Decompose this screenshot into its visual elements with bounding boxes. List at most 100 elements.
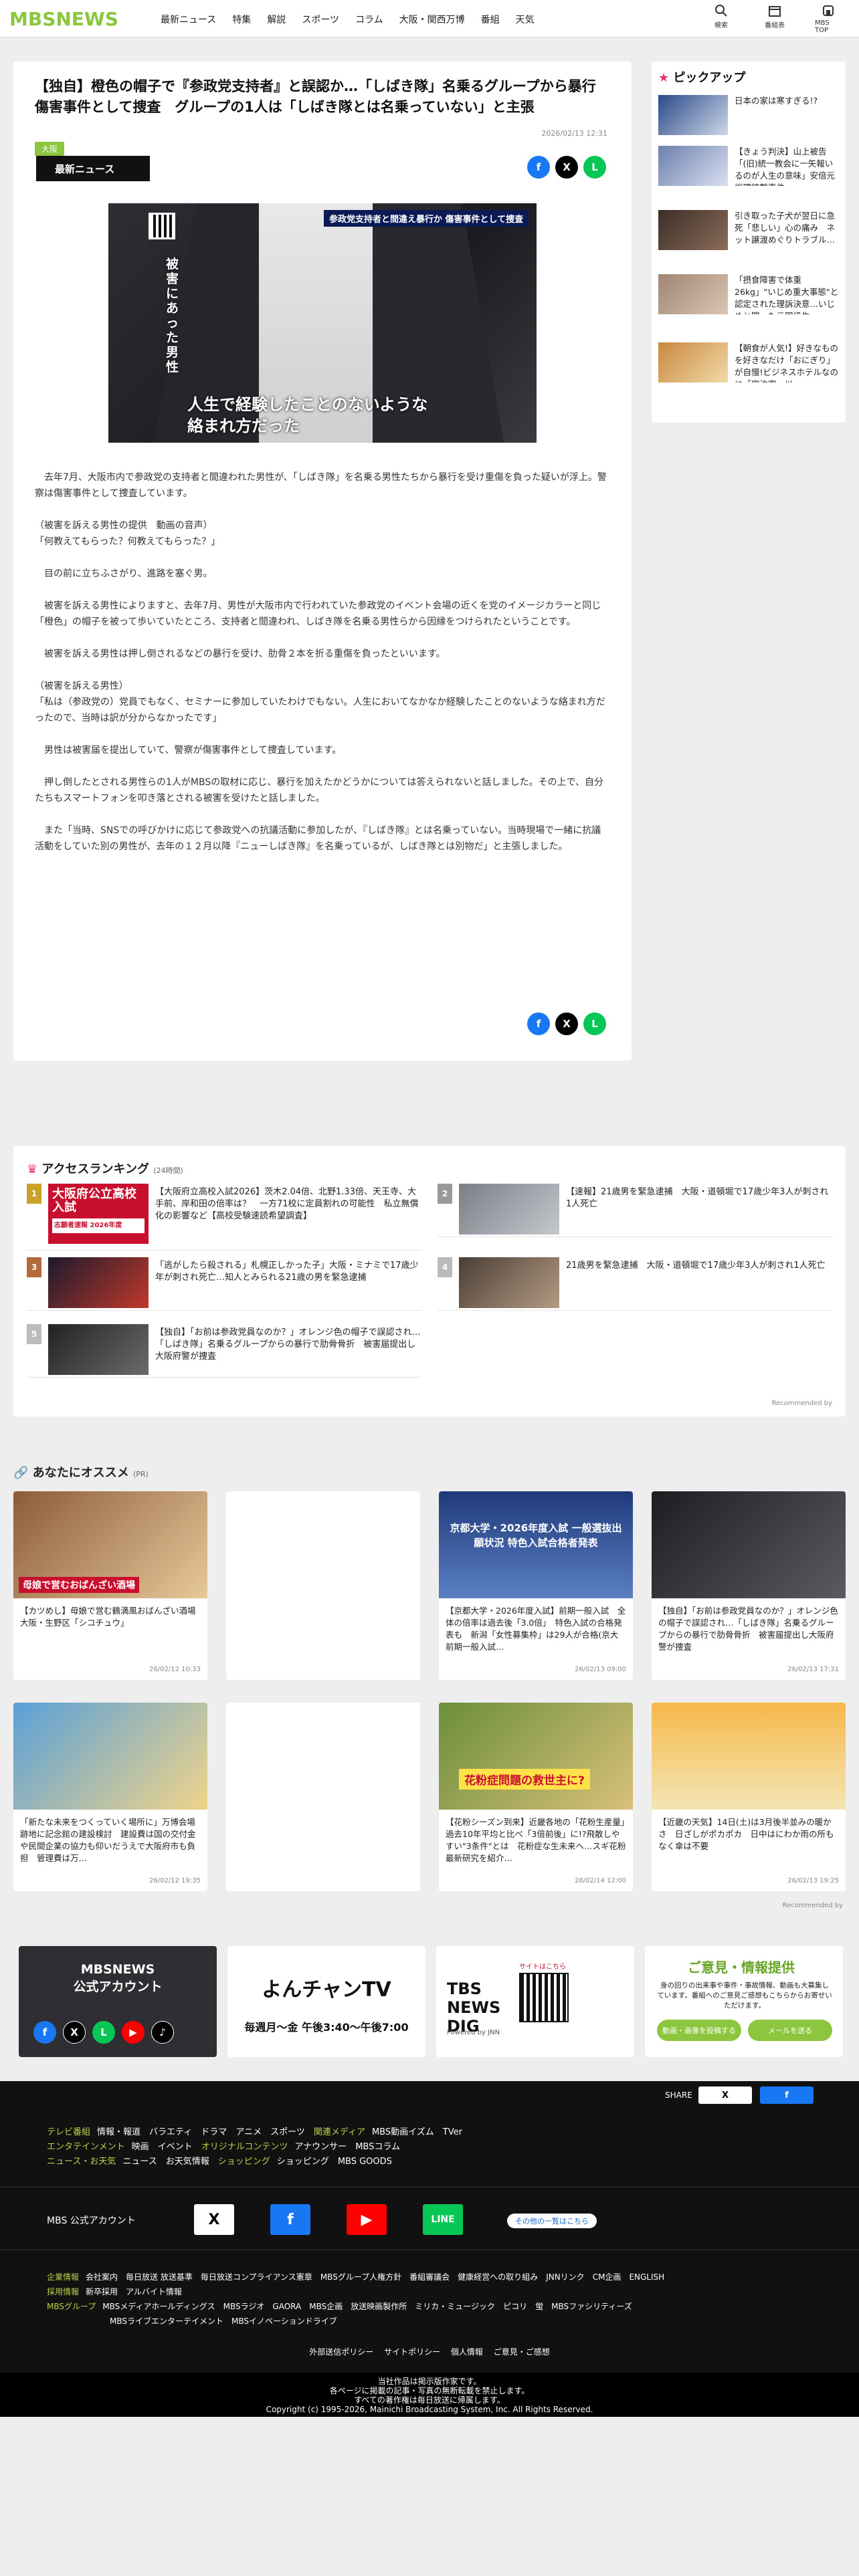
pickup-item[interactable]: 【きょう判決】山上被告「(旧)統一教会に一矢報いるのが人生の意味」安倍元総理銃撃…: [658, 146, 839, 189]
nav-expo[interactable]: 大阪・関西万博: [399, 13, 465, 26]
latest-news-label[interactable]: 最新ニュース: [36, 156, 150, 181]
footer-link[interactable]: MBSファシリティーズ: [551, 2302, 632, 2311]
recommend-card[interactable]: [226, 1491, 420, 1680]
mbs-top-button[interactable]: MBS TOP: [815, 4, 842, 34]
nav-weather[interactable]: 天気: [516, 13, 535, 26]
footer-cat[interactable]: 採用情報: [47, 2287, 79, 2296]
ranking-item[interactable]: 1 大阪府公立高校入試 志願者速報 2026年度 【大阪府立高校入試2026】茨木…: [27, 1184, 421, 1251]
facebook-icon[interactable]: f: [270, 2204, 310, 2235]
x-share-button[interactable]: X: [698, 2086, 752, 2104]
facebook-icon[interactable]: f: [527, 156, 550, 179]
footer-link[interactable]: MBSイノベーションドライブ: [231, 2317, 337, 2326]
official-account-banner[interactable]: MBSNEWS 公式アカウント f X L ▶ ♪: [19, 1946, 217, 2057]
nav-column[interactable]: コラム: [355, 13, 383, 26]
mbsnews-logo[interactable]: MBSNEWS: [9, 8, 118, 30]
footer-link[interactable]: 情報・報道: [97, 2127, 140, 2137]
footer-link[interactable]: MBS GOODS: [338, 2157, 392, 2167]
footer-link[interactable]: バラエティ: [149, 2127, 192, 2137]
ranking-item[interactable]: 5 【独自】「お前は参政党員なのか？」オレンジ色の帽子で誤認され…「しばき隊」名…: [27, 1324, 421, 1378]
footer-link[interactable]: お天気情報: [166, 2157, 209, 2167]
yonchan-tv-banner[interactable]: よんチャンTV 毎週月〜金 午後3:40〜午後7:00: [227, 1946, 425, 2057]
tbs-news-dig-banner[interactable]: TBS NEWS DIG Powered by JNN サイトはこちら: [436, 1946, 634, 2057]
pickup-item[interactable]: 引き取った子犬が翌日に急死「悲しい」心の痛み ネット譲渡めぐりトラブル…: [658, 210, 839, 253]
footer-link[interactable]: アナウンサー: [294, 2142, 347, 2152]
recommend-card[interactable]: 【近畿の天気】14日(土)は3月後半並みの暖かさ 日ざしがポカポカ 日中はにわか…: [652, 1703, 846, 1891]
footer-link[interactable]: 蛍: [535, 2302, 543, 2311]
policy-link[interactable]: 個人情報: [451, 2347, 483, 2357]
footer-link[interactable]: ミリカ・ミュージック: [415, 2302, 495, 2311]
footer-cat[interactable]: テレビ番組: [47, 2127, 90, 2137]
footer-cat[interactable]: オリジナルコンテンツ: [201, 2142, 288, 2152]
footer-link[interactable]: MBS企画: [309, 2302, 343, 2311]
ranking-item[interactable]: 3 「逃がしたら殺される」札幌正しかった子」大阪・ミナミで17歳少年が刺され死亡…: [27, 1257, 421, 1311]
x-icon[interactable]: X: [555, 1012, 578, 1035]
schedule-button[interactable]: 番組表: [761, 4, 788, 34]
footer-link[interactable]: アルバイト情報: [126, 2287, 182, 2296]
footer-link[interactable]: 健康経営への取り組み: [458, 2272, 538, 2282]
footer-link[interactable]: CM企画: [593, 2272, 622, 2282]
footer-link[interactable]: ドラマ: [201, 2127, 227, 2137]
recommend-card[interactable]: 母娘で営むおばんざい酒場 【カツめし】母娘で営む鶴満風おばんざい酒場 大阪・生野区…: [13, 1491, 207, 1680]
footer-link[interactable]: ピコリ: [503, 2302, 527, 2311]
footer-link[interactable]: ENGLISH: [629, 2272, 664, 2282]
line-icon[interactable]: LINE: [423, 2204, 463, 2235]
footer-link[interactable]: MBSコラム: [355, 2142, 400, 2152]
send-mail-button[interactable]: メールを送る: [748, 2020, 832, 2041]
footer-link[interactable]: 新卒採用: [86, 2287, 118, 2296]
opinion-banner[interactable]: ご意見・情報提供 身の回りの出来事や事件・事故情報、動画も大募集しています。番組…: [645, 1946, 843, 2057]
footer-link[interactable]: アニメ: [235, 2127, 262, 2137]
upload-video-button[interactable]: 動画・画像を投稿する: [657, 2020, 741, 2041]
region-tag[interactable]: 大阪: [35, 142, 65, 156]
footer-link[interactable]: スポーツ: [270, 2127, 305, 2137]
footer-link[interactable]: JNNリンク: [546, 2272, 585, 2282]
line-icon[interactable]: L: [583, 1012, 606, 1035]
nav-programs[interactable]: 番組: [481, 13, 500, 26]
footer-link[interactable]: TVer: [443, 2127, 462, 2137]
footer-link[interactable]: GAORA: [272, 2302, 301, 2311]
footer-link[interactable]: 会社案内: [86, 2272, 118, 2282]
policy-link[interactable]: 外部送信ポリシー: [309, 2347, 373, 2357]
footer-cat[interactable]: ショッピング: [218, 2157, 270, 2167]
recommend-card[interactable]: 「新たな未来をつくっていく場所に」万博会場跡地に記念館の建設検討 建設費は国の交…: [13, 1703, 207, 1891]
nav-explain[interactable]: 解説: [267, 13, 286, 26]
policy-link[interactable]: サイトポリシー: [384, 2347, 440, 2357]
recommend-card[interactable]: [226, 1703, 420, 1891]
youtube-icon[interactable]: ▶: [347, 2204, 387, 2235]
policy-link[interactable]: ご意見・ご感想: [494, 2347, 550, 2357]
line-icon[interactable]: L: [583, 156, 606, 179]
footer-link[interactable]: ショッピング: [277, 2157, 329, 2167]
footer-link[interactable]: MBSラジオ: [223, 2302, 265, 2311]
search-button[interactable]: 検索: [708, 4, 735, 34]
footer-link[interactable]: 毎日放送 放送基準: [126, 2272, 193, 2282]
footer-cat[interactable]: 企業情報: [47, 2272, 79, 2282]
recommend-card[interactable]: 京都大学・2026年度入試 一般選抜出願状況 特色入試合格者発表 【京都大学・20…: [439, 1491, 633, 1680]
footer-cat[interactable]: 関連メディア: [314, 2127, 365, 2137]
footer-link[interactable]: MBS動画イズム: [372, 2127, 434, 2137]
ranking-item[interactable]: 4 21歳男を緊急逮捕 大阪・道頓堀で17歳少年3人が刺され1人死亡: [438, 1257, 832, 1311]
facebook-share-button[interactable]: f: [760, 2086, 814, 2104]
footer-link[interactable]: MBSライブエンターテイメント: [110, 2317, 223, 2326]
pickup-item[interactable]: 「摂食障害で体重26kg」"いじめ重大事態"と認定された理訴決意…いじめと闘った…: [658, 274, 839, 317]
nav-sports[interactable]: スポーツ: [302, 13, 339, 26]
footer-cat[interactable]: ニュース・お天気: [47, 2157, 116, 2167]
nav-latest-news[interactable]: 最新ニュース: [161, 13, 216, 26]
footer-link[interactable]: MBSメディアホールディングス: [102, 2302, 215, 2311]
footer-link[interactable]: 映画: [132, 2142, 149, 2152]
footer-cat[interactable]: エンタテインメント: [47, 2142, 125, 2152]
pickup-item[interactable]: 日本の家は寒すぎる!?: [658, 95, 839, 138]
footer-link[interactable]: イベント: [158, 2142, 193, 2152]
x-icon[interactable]: X: [555, 156, 578, 179]
footer-link[interactable]: 毎日放送コンプライアンス憲章: [201, 2272, 312, 2282]
pickup-item[interactable]: 【朝食が人気!】好きなものを好きなだけ「おにぎり」が自慢!ビジネスホテルなのに「…: [658, 342, 839, 385]
footer-link[interactable]: ニュース: [122, 2157, 157, 2167]
nav-feature[interactable]: 特集: [232, 13, 251, 26]
footer-cat[interactable]: MBSグループ: [47, 2302, 96, 2311]
footer-link[interactable]: MBSグループ人権方針: [320, 2272, 401, 2282]
official-more-button[interactable]: その他の一覧はこちら: [507, 2214, 597, 2228]
x-icon[interactable]: X: [194, 2204, 234, 2235]
recommend-card[interactable]: 【独自】「お前は参政党員なのか？」オレンジ色の帽子で誤認され…「しばき隊」名乗る…: [652, 1491, 846, 1680]
footer-link[interactable]: 放送映画製作所: [351, 2302, 407, 2311]
recommend-card[interactable]: 花粉症問題の救世主に? 【花粉シーズン到来】近畿各地の「花粉生産量」過去10年平均…: [439, 1703, 633, 1891]
facebook-icon[interactable]: f: [527, 1012, 550, 1035]
ranking-item[interactable]: 2 【速報】21歳男を緊急逮捕 大阪・道頓堀で17歳少年3人が刺され1人死亡: [438, 1184, 832, 1237]
